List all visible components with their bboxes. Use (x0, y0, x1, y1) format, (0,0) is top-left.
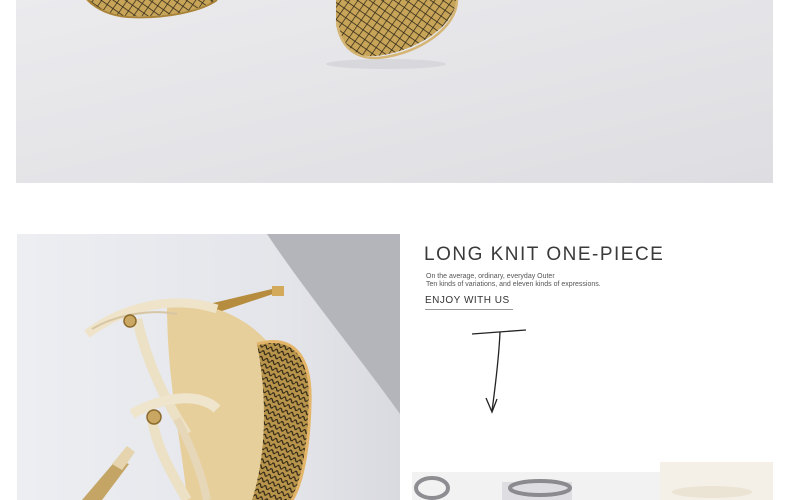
accessories-photo-strip (412, 462, 773, 500)
enjoy-label: ENJOY WITH US (425, 295, 510, 306)
promo-panel: LONG KNIT ONE-PIECE On the average, ordi… (400, 234, 773, 500)
promo-subline-1: On the average, ordinary, everyday Outer (426, 273, 555, 280)
sandals-illustration (17, 234, 400, 500)
product-photo-sandals (17, 234, 400, 500)
gold-heels-illustration (16, 0, 773, 183)
arrow-down-icon (471, 329, 527, 414)
product-photo-top (16, 0, 773, 183)
enjoy-underline (425, 309, 513, 310)
promo-subline-2: Ten kinds of variations, and eleven kind… (426, 281, 601, 288)
promo-headline: LONG KNIT ONE-PIECE (424, 244, 665, 265)
